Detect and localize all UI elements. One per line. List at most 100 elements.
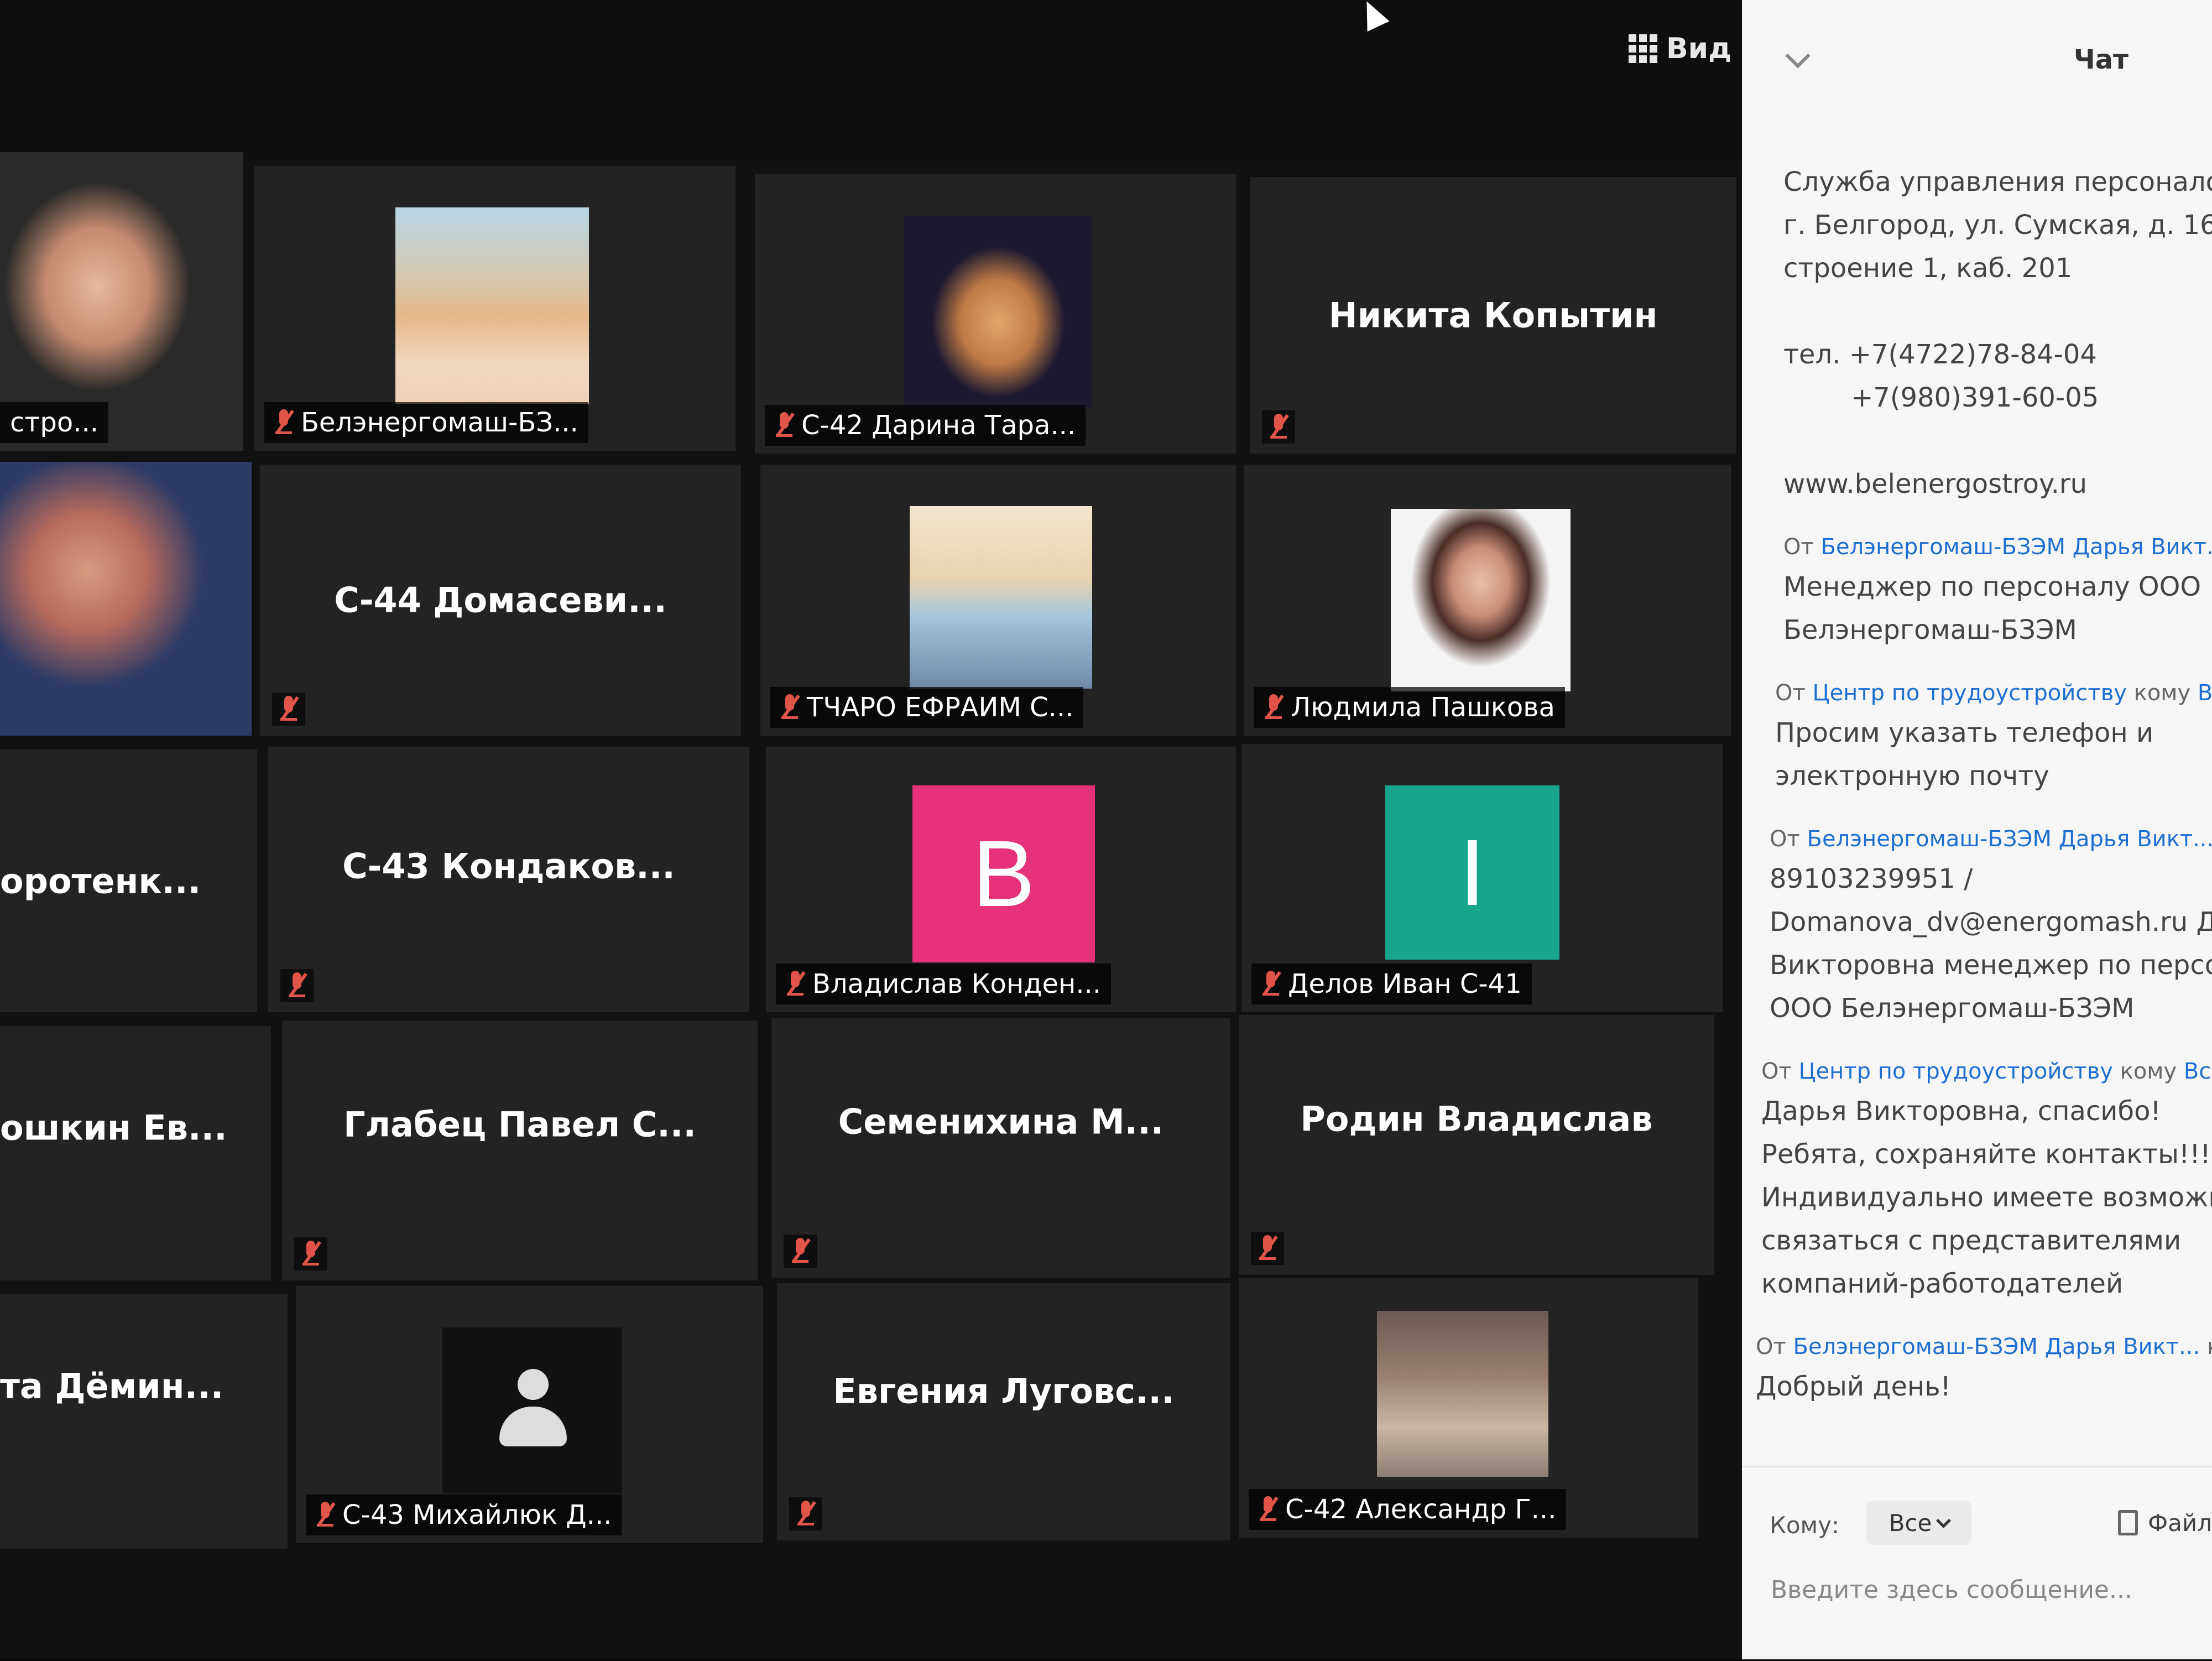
- recipient-value: Все: [1888, 1509, 1932, 1537]
- mic-muted-icon: [301, 1241, 321, 1267]
- message-text: Просим указать телефон и: [1775, 717, 2154, 748]
- video-tile[interactable]: С-42 Александр Г...: [1239, 1278, 1698, 1538]
- view-button-label: Вид: [1666, 32, 1732, 65]
- recipient-name[interactable]: Все: [2198, 680, 2212, 706]
- mic-muted-icon: [786, 971, 806, 997]
- chat-message: От Центр по трудоустройству кому Все Про…: [1775, 675, 2212, 798]
- participant-name: Белэнергомаш-БЗ...: [301, 407, 578, 438]
- from-prefix: От: [1756, 1334, 1786, 1360]
- message-text: ООО Белэнергомаш-БЗЭМ: [1770, 993, 2135, 1024]
- participant-label: Белэнергомаш-БЗ...: [264, 402, 588, 443]
- video-toolbar: Вид: [0, 0, 1742, 160]
- mic-muted-icon: [288, 972, 307, 999]
- participant-label: стро...: [0, 402, 108, 443]
- person-icon: [497, 1369, 568, 1452]
- video-tile[interactable]: С-44 Домасеви...: [260, 465, 741, 736]
- mute-indicator: [1262, 410, 1295, 444]
- mic-muted-icon: [279, 696, 299, 722]
- sender-name[interactable]: Белэнергомаш-БЗЭМ Дарья Викт...: [1793, 1334, 2200, 1360]
- participant-name: оротенк...: [0, 861, 201, 901]
- participant-name: Родин Владислав: [1300, 1098, 1653, 1139]
- participant-label: С-42 Александр Г...: [1249, 1489, 1567, 1530]
- video-tile[interactable]: С-42 Дарина Тара...: [755, 174, 1236, 454]
- chat-line: тел. +7(4722)78-84-04: [1783, 339, 2097, 370]
- message-text: Domanova_dv@energomash.ru Дар: [1770, 907, 2212, 938]
- participant-name: Никита Копытин: [1328, 295, 1658, 336]
- recipient-name[interactable]: Все:: [2184, 1059, 2212, 1084]
- chat-line: строение 1, каб. 201: [1783, 253, 2073, 284]
- message-text: Ребята, сохраняйте контакты!!!!: [1761, 1139, 2212, 1170]
- video-tile[interactable]: Семенихина М...: [771, 1018, 1230, 1278]
- sender-name[interactable]: Центр по трудоустройству: [1799, 1059, 2113, 1084]
- participant-name: Владислав Конден...: [812, 969, 1102, 999]
- from-prefix: От: [1783, 534, 1814, 560]
- mic-muted-icon: [796, 1501, 816, 1527]
- video-tile[interactable]: та Дёмин...: [0, 1294, 288, 1549]
- participant-name: стро...: [10, 407, 98, 438]
- message-header: От Центр по трудоустройству кому Все:: [1761, 1053, 2212, 1090]
- participant-video: [1391, 509, 1571, 691]
- participant-label: С-43 Михайлюк Д...: [306, 1495, 622, 1535]
- video-tile[interactable]: I Делов Иван С-41: [1241, 744, 1723, 1012]
- mic-muted-icon: [780, 694, 800, 721]
- mute-indicator: [1251, 1232, 1284, 1265]
- participant-name: ошкин Ев...: [0, 1107, 227, 1148]
- mute-indicator: [294, 1237, 327, 1271]
- participant-video: [1377, 1311, 1548, 1477]
- message-text: Белэнергомаш-БЗЭМ: [1783, 615, 2077, 645]
- from-prefix: От: [1761, 1059, 1792, 1084]
- participant-video: [0, 462, 252, 736]
- participant-video: [910, 506, 1092, 689]
- video-tile[interactable]: ТЧАРО ЕФРАИМ С...: [760, 465, 1236, 736]
- video-tile[interactable]: Евгения Луговс...: [777, 1283, 1230, 1540]
- video-tile[interactable]: Людмила Пашкова: [1244, 465, 1731, 736]
- video-tile[interactable]: С-43 Кондаков...: [268, 747, 749, 1012]
- message-input[interactable]: [1770, 1567, 2203, 1612]
- video-tile[interactable]: оротенк...: [0, 749, 257, 1012]
- sender-name[interactable]: Белэнергомаш-БЗЭМ Дарья Викт...: [1807, 826, 2212, 852]
- chat-header: Чат: [1742, 0, 2212, 127]
- mute-indicator: [784, 1235, 817, 1268]
- participant-label: С-42 Дарина Тара...: [765, 405, 1086, 446]
- sender-name[interactable]: Центр по трудоустройству: [1813, 680, 2127, 706]
- view-button[interactable]: Вид: [1629, 27, 1731, 71]
- chat-panel: Чат Служба управления персонало г. Белго…: [1742, 0, 2212, 1659]
- participant-name: Глабец Павел С...: [343, 1104, 696, 1145]
- chat-title: Чат: [2074, 44, 2128, 75]
- mute-indicator: [280, 969, 314, 1002]
- message-text: Дарья Викторовна, спасибо!: [1761, 1096, 2161, 1127]
- video-tile[interactable]: С-43 Михайлюк Д...: [296, 1286, 763, 1543]
- chat-messages: Служба управления персонало г. Белгород,…: [1756, 160, 2212, 1408]
- chevron-down-icon[interactable]: [1785, 43, 1811, 69]
- message-header: От Центр по трудоустройству кому Все: [1775, 675, 2212, 711]
- video-tile[interactable]: стро...: [0, 152, 243, 451]
- chat-line: [1783, 419, 2212, 462]
- video-tile[interactable]: [0, 462, 252, 736]
- participant-label: ТЧАРО ЕФРАИМ С...: [770, 687, 1084, 728]
- chat-line: Служба управления персонало: [1783, 166, 2212, 197]
- video-tile[interactable]: Белэнергомаш-БЗ...: [254, 166, 735, 451]
- video-tile[interactable]: B Владислав Конден...: [766, 747, 1236, 1012]
- gallery-grid-icon: [1629, 34, 1657, 63]
- chat-composer: Кому: Все Файл: [1742, 1466, 2212, 1661]
- file-button[interactable]: Файл: [2118, 1501, 2212, 1545]
- mic-muted-icon: [1264, 694, 1284, 721]
- to-prefix: кому: [2133, 680, 2191, 706]
- recipient-label: Кому:: [1770, 1512, 1840, 1539]
- mic-muted-icon: [1261, 971, 1281, 997]
- video-tile[interactable]: Родин Владислав: [1239, 1015, 1714, 1275]
- to-prefix: ко: [2207, 1334, 2212, 1360]
- pinned-info: Служба управления персонало г. Белгород,…: [1783, 160, 2212, 506]
- participant-name: С-43 Михайлюк Д...: [342, 1499, 612, 1530]
- participant-name: С-44 Домасеви...: [334, 580, 667, 621]
- participant-name: Людмила Пашкова: [1291, 692, 1555, 723]
- message-text: электронную почту: [1775, 761, 2049, 792]
- chat-link[interactable]: www.belenergostroy.ru: [1783, 462, 2212, 506]
- recipient-select[interactable]: Все: [1866, 1501, 1971, 1545]
- video-tile[interactable]: Никита Копытин: [1250, 177, 1736, 454]
- sender-name[interactable]: Белэнергомаш-БЗЭМ Дарья Викт...: [1821, 534, 2212, 560]
- message-header: От Белэнергомаш-БЗЭМ Дарья Викт...: [1770, 821, 2212, 857]
- video-tile[interactable]: Глабец Павел С...: [282, 1020, 758, 1280]
- video-tile[interactable]: ошкин Ев...: [0, 1026, 271, 1280]
- participant-name: С-42 Александр Г...: [1285, 1494, 1557, 1525]
